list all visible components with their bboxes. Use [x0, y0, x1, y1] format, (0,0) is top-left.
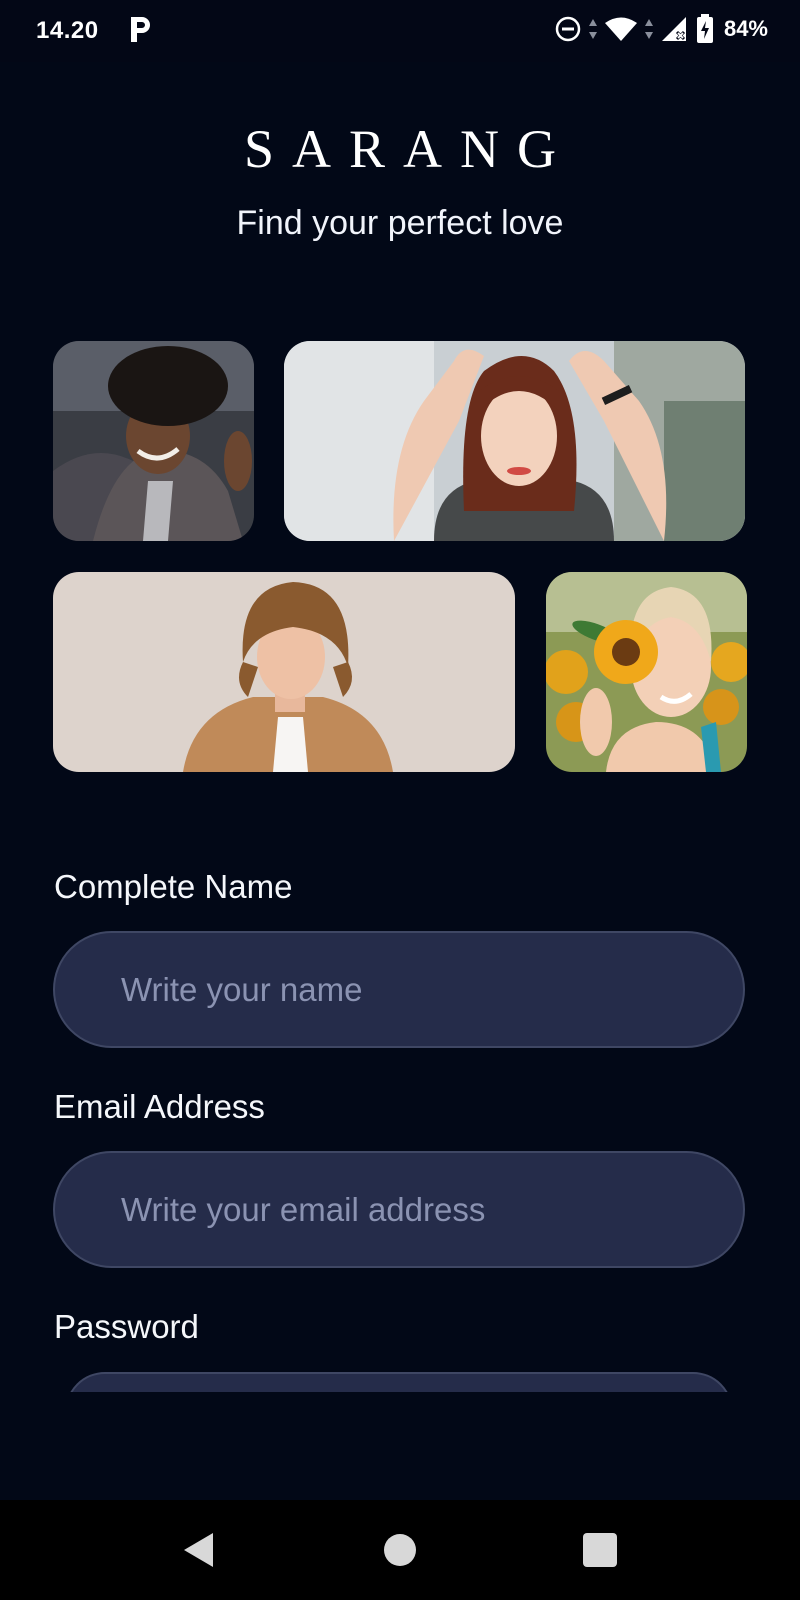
name-input[interactable] — [55, 933, 743, 1046]
name-field[interactable] — [53, 931, 745, 1048]
email-field[interactable] — [53, 1151, 745, 1268]
email-label: Email Address — [54, 1088, 265, 1125]
password-label: Password — [54, 1308, 199, 1345]
photo-man-curly-hair — [53, 341, 254, 541]
do-not-disturb-icon — [555, 16, 581, 42]
data-arrows-icon — [588, 19, 597, 39]
signal-icon — [661, 17, 686, 41]
status-bar: 14.20 84% — [0, 0, 800, 62]
app-logo: SARANG — [243, 119, 575, 179]
home-icon[interactable] — [382, 1530, 418, 1570]
status-time: 14.20 — [36, 17, 99, 44]
photo-man-tan-blazer — [53, 572, 515, 772]
name-label: Complete Name — [54, 868, 293, 905]
parking-app-icon — [131, 17, 150, 42]
recents-icon[interactable] — [582, 1530, 618, 1570]
battery-icon — [696, 14, 713, 43]
email-input[interactable] — [55, 1153, 743, 1266]
photo-woman-sunflower — [546, 572, 747, 772]
back-icon[interactable] — [180, 1530, 216, 1570]
battery-percentage: 84% — [723, 16, 768, 41]
app-tagline: Find your perfect love — [236, 204, 564, 242]
system-nav-bar — [0, 1500, 800, 1600]
photo-woman-hands-on-head — [284, 341, 745, 541]
wifi-arrows-icon — [644, 19, 653, 39]
wifi-icon — [604, 17, 637, 41]
password-field[interactable] — [65, 1372, 733, 1392]
